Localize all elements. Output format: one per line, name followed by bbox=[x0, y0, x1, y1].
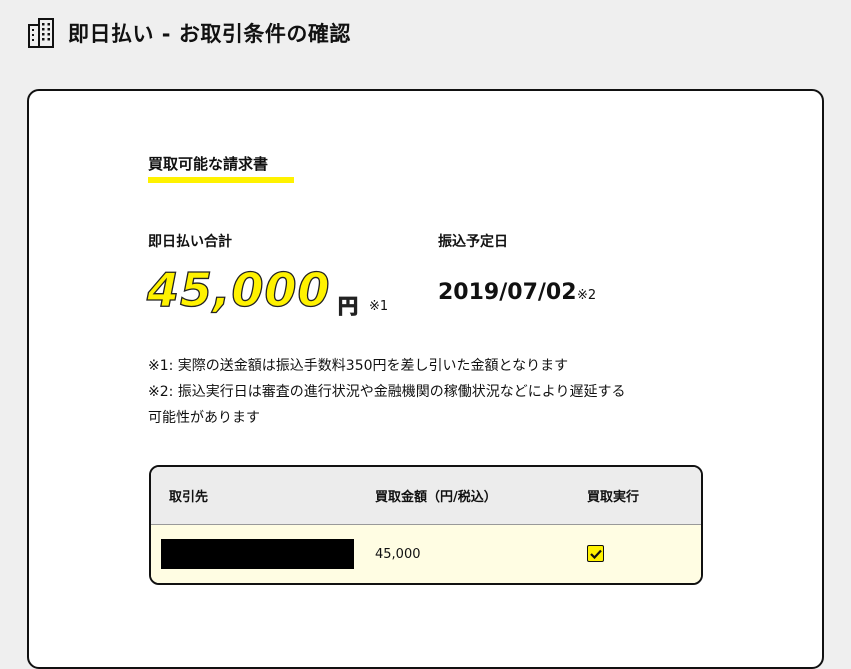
page-header: 即日払い - お取引条件の確認 bbox=[28, 16, 351, 50]
execute-checkbox[interactable] bbox=[587, 545, 604, 563]
table-header: 取引先 買取金額（円/税込） 買取実行 bbox=[151, 467, 701, 525]
partner-cell bbox=[151, 539, 357, 569]
footnotes: ※1: 実際の送金額は振込手数料350円を差し引いた金額となります ※2: 振込… bbox=[148, 353, 708, 431]
total-unit: 円 bbox=[338, 294, 359, 319]
table-row: 45,000 bbox=[151, 525, 701, 583]
footnote-2: ※2: 振込実行日は審査の進行状況や金融機関の稼働状況などにより遅延する bbox=[148, 384, 626, 400]
total-label: 即日払い合計 bbox=[148, 234, 232, 250]
header-amount: 買取金額（円/税込） bbox=[375, 490, 497, 505]
amount-cell: 45,000 bbox=[375, 546, 421, 562]
footnote-1: ※1: 実際の送金額は振込手数料350円を差し引いた金額となります bbox=[148, 358, 569, 374]
transfer-date-label: 振込予定日 bbox=[438, 234, 508, 250]
section-heading-underline bbox=[148, 177, 294, 183]
total-amount: 45,000 bbox=[146, 262, 331, 317]
building-icon bbox=[28, 18, 54, 48]
execute-cell bbox=[569, 545, 701, 563]
terms-card: 買取可能な請求書 即日払い合計 45,000 円 ※1 振込予定日 2019/0… bbox=[27, 89, 824, 669]
transfer-note-mark: ※2 bbox=[577, 288, 597, 303]
redacted-partner-name bbox=[161, 539, 354, 569]
header-execute: 買取実行 bbox=[587, 490, 640, 505]
footnote-2-continued: 可能性があります bbox=[148, 410, 260, 426]
section-heading: 買取可能な請求書 bbox=[148, 155, 269, 173]
total-note-mark: ※1 bbox=[369, 299, 389, 314]
checkmark-icon bbox=[589, 549, 602, 559]
page-title: 即日払い - お取引条件の確認 bbox=[68, 22, 351, 46]
transfer-date: 2019/07/02 bbox=[438, 280, 577, 305]
invoice-table: 取引先 買取金額（円/税込） 買取実行 45,000 bbox=[149, 465, 703, 585]
header-partner: 取引先 bbox=[169, 490, 209, 505]
